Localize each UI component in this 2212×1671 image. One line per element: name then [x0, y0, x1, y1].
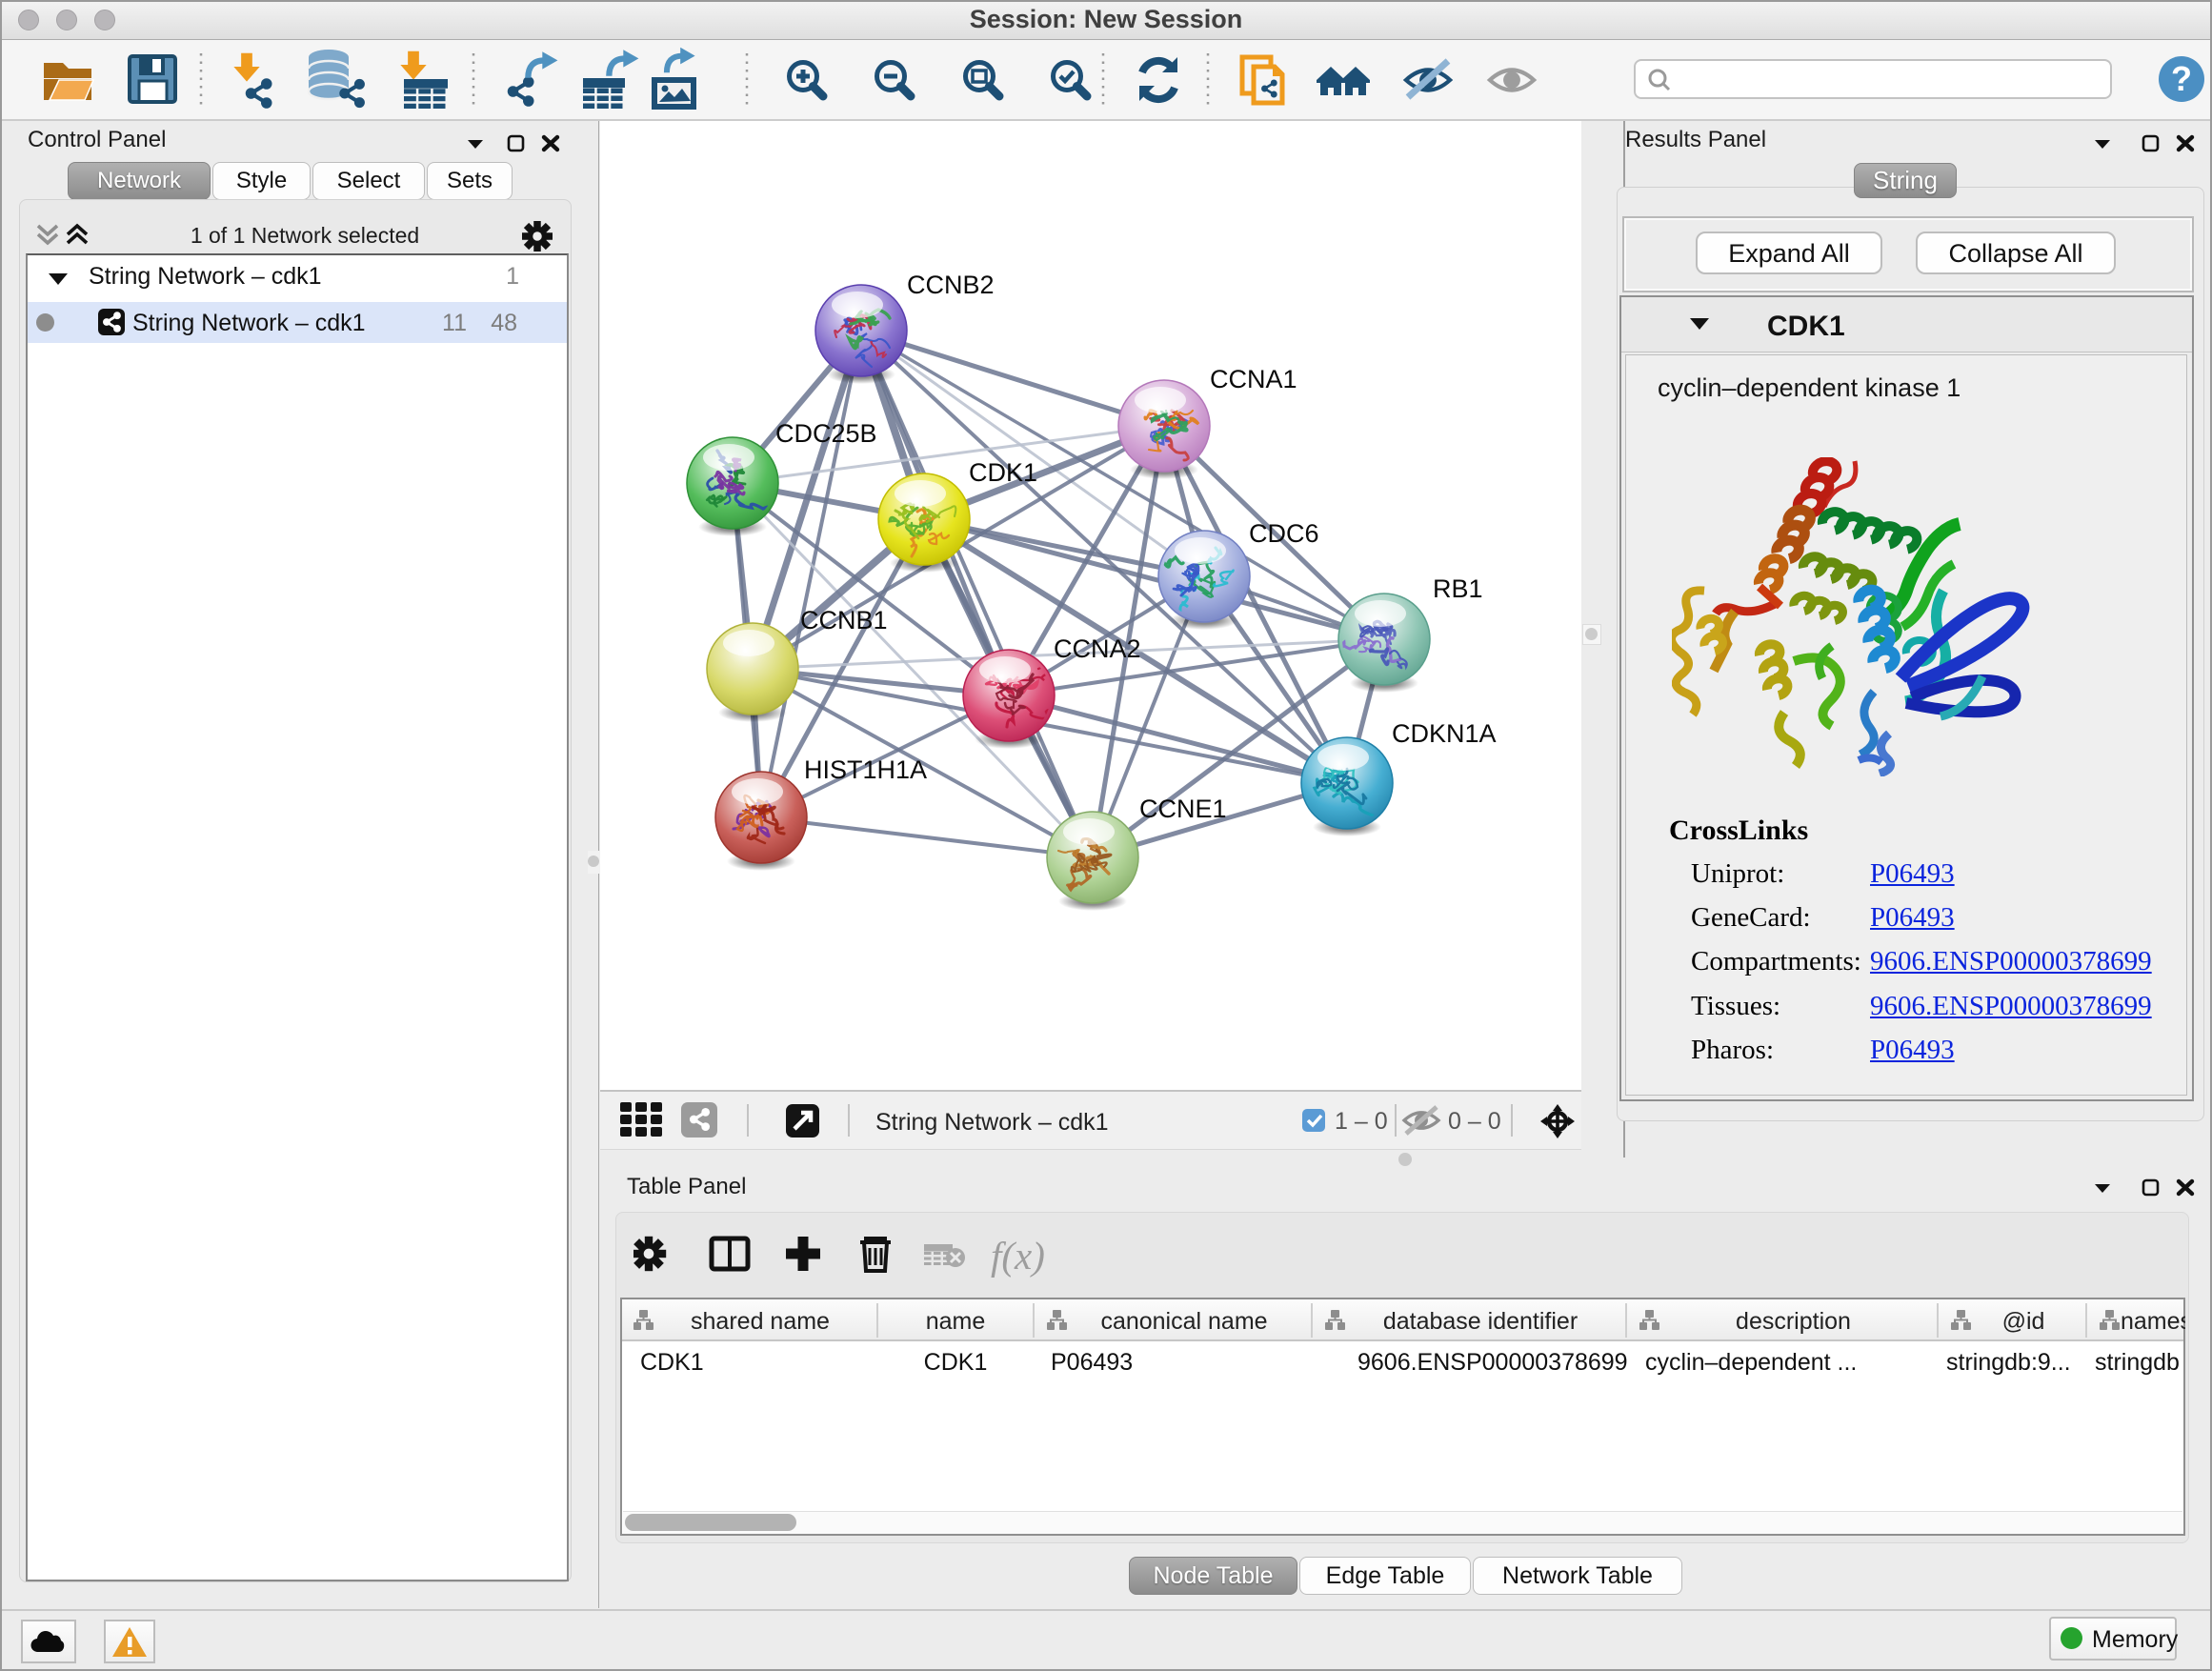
- svg-text:f(x): f(x): [991, 1234, 1045, 1278]
- svg-text:cyclin–dependent ...: cyclin–dependent ...: [1645, 1349, 1857, 1376]
- svg-text:CDKN1A: CDKN1A: [1392, 719, 1497, 748]
- svg-text:CDK1: CDK1: [924, 1349, 988, 1376]
- svg-text:@id: @id: [2002, 1308, 2045, 1335]
- svg-text:9606.ENSP00000378699: 9606.ENSP00000378699: [1357, 1349, 1628, 1376]
- svg-text:1 – 0: 1 – 0: [1335, 1108, 1388, 1135]
- svg-text:P06493: P06493: [1051, 1349, 1133, 1376]
- svg-text:namespace: namespace: [2121, 1308, 2185, 1335]
- svg-text:CDC6: CDC6: [1249, 519, 1319, 548]
- svg-text:CCNB2: CCNB2: [907, 271, 995, 299]
- svg-text:database identifier: database identifier: [1383, 1308, 1578, 1335]
- svg-text:CDC25B: CDC25B: [775, 419, 877, 448]
- svg-text:CDK1: CDK1: [969, 458, 1037, 487]
- svg-text:description: description: [1736, 1308, 1851, 1335]
- svg-text:canonical name: canonical name: [1100, 1308, 1267, 1335]
- svg-text:CCNA1: CCNA1: [1210, 365, 1297, 393]
- svg-text:CCNB1: CCNB1: [800, 606, 888, 634]
- svg-text:name: name: [926, 1308, 986, 1335]
- svg-text:CCNE1: CCNE1: [1139, 795, 1227, 823]
- svg-text:RB1: RB1: [1433, 574, 1483, 603]
- svg-text:0 – 0: 0 – 0: [1448, 1108, 1501, 1135]
- svg-text:stringdb:9...: stringdb:9...: [1946, 1349, 2071, 1376]
- svg-text:HIST1H1A: HIST1H1A: [804, 755, 927, 784]
- svg-text:shared name: shared name: [691, 1308, 830, 1335]
- svg-text:?: ?: [2171, 59, 2192, 98]
- svg-text:CCNA2: CCNA2: [1054, 634, 1141, 663]
- svg-text:CDK1: CDK1: [640, 1349, 704, 1376]
- svg-text:stringdb: stringdb: [2095, 1349, 2180, 1376]
